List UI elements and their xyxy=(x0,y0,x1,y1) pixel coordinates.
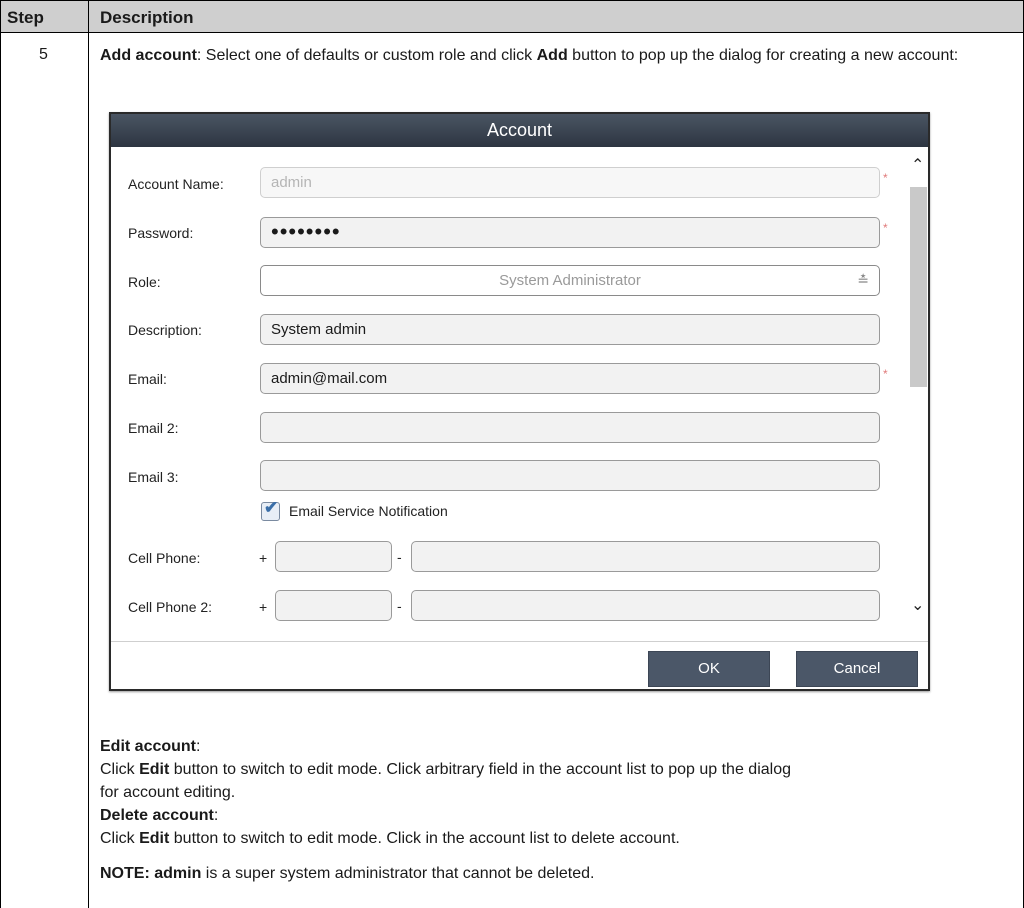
cell-phone2-country-code-field[interactable] xyxy=(275,590,392,621)
dialog-footer: OK Cancel xyxy=(111,641,928,690)
edit-account-heading: Edit account: xyxy=(100,735,1012,758)
delete-text-b: button to switch to edit mode. Click in … xyxy=(169,830,680,847)
email-field[interactable]: admin@mail.com xyxy=(260,363,880,394)
account-name-label: Account Name: xyxy=(128,176,224,192)
ok-button[interactable]: OK xyxy=(648,651,770,687)
scroll-thumb[interactable] xyxy=(910,187,927,387)
table-header-row: Step Description xyxy=(1,0,1023,33)
dialog-title: Account xyxy=(111,114,928,147)
required-mark: * xyxy=(883,367,888,381)
cancel-button[interactable]: Cancel xyxy=(796,651,918,687)
edit-account-title: Edit account xyxy=(100,738,197,755)
column-divider xyxy=(88,0,89,908)
email3-field[interactable] xyxy=(260,460,880,491)
add-account-text-1: : Select one of defaults or custom role … xyxy=(196,47,537,64)
edit-account-paragraph-line2: for account editing. xyxy=(100,784,236,801)
chevron-up-icon[interactable]: ⌃ xyxy=(911,155,924,175)
add-keyword: Add xyxy=(536,47,568,64)
dash-sign: - xyxy=(397,598,402,614)
delete-account-heading: Delete account: xyxy=(100,804,1012,827)
plus-sign: + xyxy=(259,550,268,566)
email-label: Email: xyxy=(128,371,167,387)
required-mark: * xyxy=(883,171,888,185)
description-field[interactable]: System admin xyxy=(260,314,880,345)
admin-keyword: admin xyxy=(154,865,202,882)
delete-account-paragraph: Click Edit button to switch to edit mode… xyxy=(100,827,1012,850)
cell-phone2-label: Cell Phone 2: xyxy=(128,599,213,615)
role-select[interactable]: System Administrator ≛ xyxy=(260,265,880,296)
edit-text-b: button to switch to edit mode. Click arb… xyxy=(169,761,791,778)
note-label: NOTE: xyxy=(100,865,150,882)
dash-sign: - xyxy=(397,549,402,565)
add-account-paragraph: Add account: Select one of defaults or c… xyxy=(100,44,1012,67)
password-field[interactable]: •••••••• xyxy=(260,217,880,248)
edit-text-a: Click xyxy=(100,761,140,778)
email2-label: Email 2: xyxy=(128,420,179,436)
dialog-scrollbar[interactable]: ⌃ ⌄ xyxy=(910,147,928,617)
edit-keyword: Edit xyxy=(139,830,170,847)
delete-account-title: Delete account xyxy=(100,807,214,824)
add-account-text-2: button to pop up the dialog for creating… xyxy=(567,47,959,64)
cell-phone2-number-field[interactable] xyxy=(411,590,880,621)
account-dialog: Account Account Name: admin * Password: … xyxy=(109,112,930,691)
chevron-double-down-icon: ≛ xyxy=(857,272,869,288)
colon: : xyxy=(196,738,201,755)
step-column-header: Step xyxy=(7,8,44,27)
role-label: Role: xyxy=(128,274,161,290)
chevron-down-icon[interactable]: ⌄ xyxy=(911,595,924,615)
cell-phone-country-code-field[interactable] xyxy=(275,541,392,572)
password-label: Password: xyxy=(128,225,194,241)
step-number: 5 xyxy=(39,46,48,63)
edit-account-paragraph: Click Edit button to switch to edit mode… xyxy=(100,758,1012,781)
required-mark: * xyxy=(883,221,888,235)
add-account-title: Add account xyxy=(100,47,197,64)
delete-text-a: Click xyxy=(100,830,140,847)
email2-field[interactable] xyxy=(260,412,880,443)
cell-phone-label: Cell Phone: xyxy=(128,550,201,566)
plus-sign: + xyxy=(259,599,268,615)
description-label: Description: xyxy=(128,322,202,338)
note-paragraph: NOTE: admin is a super system administra… xyxy=(100,862,1012,885)
email-notification-label: Email Service Notification xyxy=(289,503,448,519)
note-text: is a super system administrator that can… xyxy=(201,865,595,882)
colon: : xyxy=(213,807,219,824)
role-select-value: System Administrator xyxy=(499,272,641,289)
account-name-field: admin xyxy=(260,167,880,198)
email-notification-checkbox[interactable]: ✔ xyxy=(261,498,280,521)
procedure-table: Step Description 5 Add account: Select o… xyxy=(0,0,1024,908)
dialog-body: Account Name: admin * Password: ••••••••… xyxy=(111,147,928,689)
email3-label: Email 3: xyxy=(128,469,179,485)
edit-keyword: Edit xyxy=(139,761,170,778)
description-column-header: Description xyxy=(100,8,194,27)
checkmark-icon: ✔ xyxy=(264,498,279,517)
cell-phone-number-field[interactable] xyxy=(411,541,880,572)
